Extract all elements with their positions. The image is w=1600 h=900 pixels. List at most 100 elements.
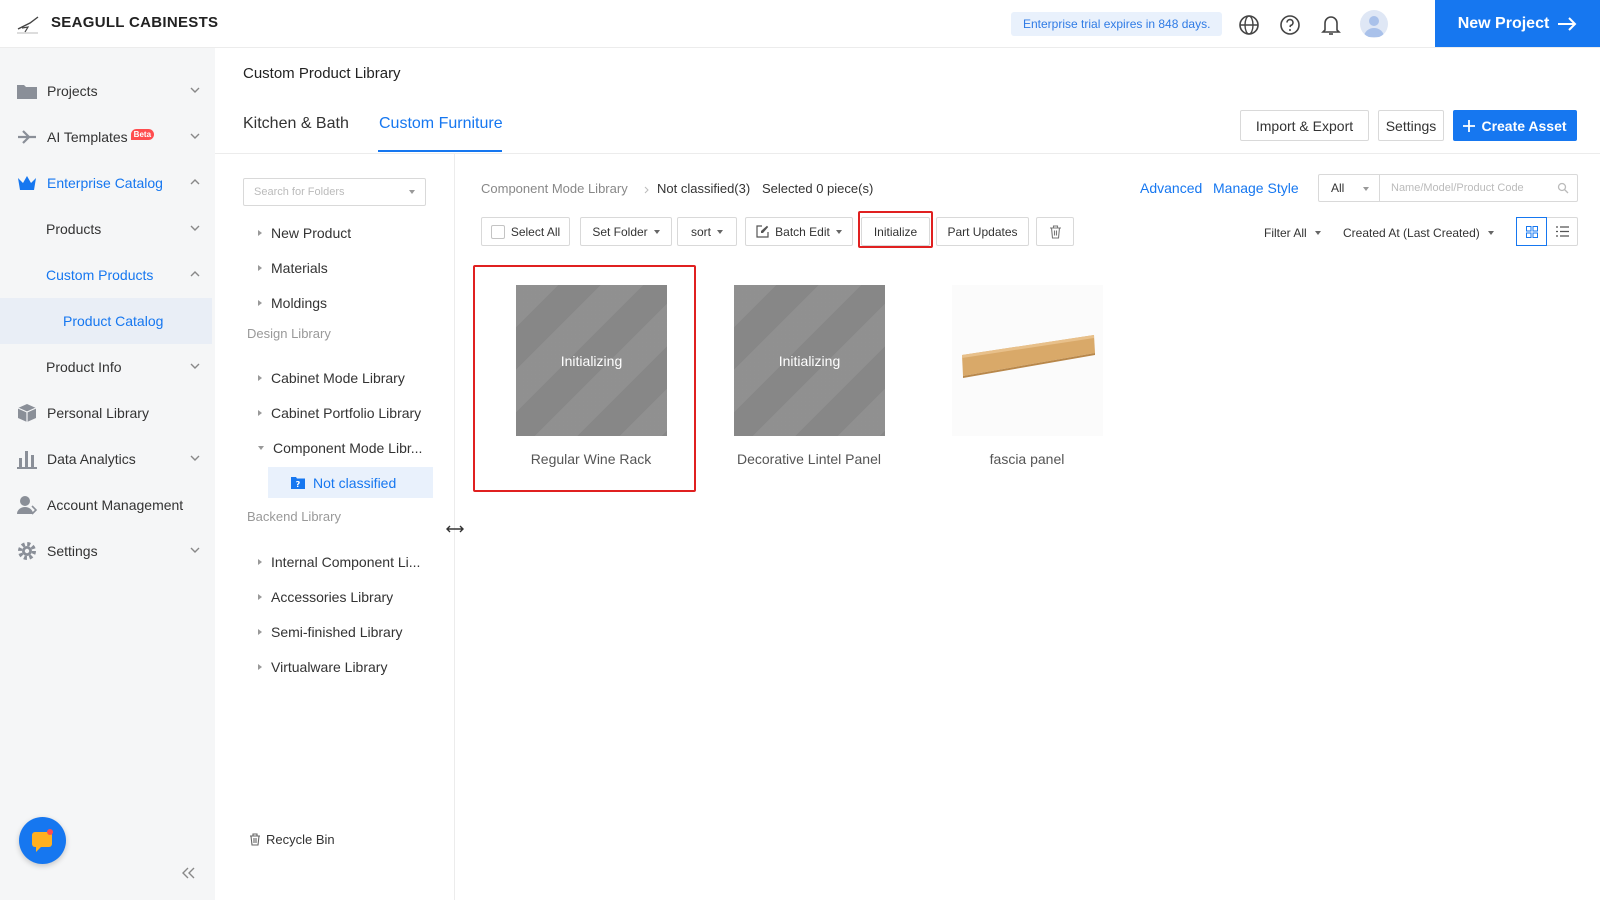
create-asset-button[interactable]: Create Asset	[1453, 110, 1577, 141]
breadcrumb-root[interactable]: Component Mode Library	[481, 181, 628, 196]
dropdown-caret-icon	[1314, 231, 1321, 235]
select-all-button[interactable]: Select All	[481, 217, 570, 246]
part-updates-button[interactable]: Part Updates	[936, 217, 1029, 246]
product-name[interactable]: Regular Wine Rack	[491, 451, 691, 467]
set-folder-button[interactable]: Set Folder	[580, 217, 672, 246]
chevron-down-icon	[190, 455, 200, 461]
dropdown-caret-icon	[717, 229, 723, 234]
globe-icon[interactable]	[1237, 13, 1261, 37]
product-thumbnail[interactable]: Initializing	[516, 285, 667, 436]
batch-edit-button[interactable]: Batch Edit	[745, 217, 853, 246]
arrow-right-icon	[1558, 16, 1577, 31]
filter-all-dropdown[interactable]: Filter All	[1264, 226, 1321, 240]
folder-tree: Search for Folders New Product Materials…	[215, 154, 455, 900]
search-icon[interactable]	[1557, 182, 1569, 194]
caret-right-icon	[258, 230, 262, 237]
beta-badge: Beta	[130, 129, 155, 140]
category-filter-select[interactable]: All	[1331, 181, 1344, 195]
caret-down-icon	[258, 446, 264, 451]
cube-icon	[17, 404, 37, 422]
collapse-sidebar-icon[interactable]	[180, 866, 196, 880]
tree-item-materials[interactable]: Materials	[258, 260, 328, 276]
tree-item-internal-component-library[interactable]: Internal Component Li...	[258, 554, 420, 570]
ai-templates-icon	[18, 130, 36, 144]
product-name[interactable]: Decorative Lintel Panel	[709, 451, 909, 467]
sidebar-item-personal-library[interactable]: Personal Library	[0, 390, 212, 436]
selected-count: Selected 0 piece(s)	[762, 181, 874, 196]
chevron-down-icon	[190, 87, 200, 93]
product-thumbnail[interactable]: Initializing	[734, 285, 885, 436]
caret-right-icon	[258, 664, 262, 671]
sidebar-item-enterprise-catalog[interactable]: Enterprise Catalog	[0, 160, 212, 206]
tree-item-not-classified[interactable]: ? Not classified	[268, 467, 433, 498]
sidebar-item-projects[interactable]: Projects	[0, 68, 212, 114]
dropdown-caret-icon	[653, 229, 660, 234]
product-thumbnail[interactable]	[952, 285, 1103, 436]
chat-bubble-icon	[32, 829, 53, 852]
grid-view-icon[interactable]	[1516, 217, 1548, 246]
dropdown-caret-icon	[409, 190, 415, 194]
folder-search-placeholder: Search for Folders	[254, 186, 345, 198]
plus-icon	[1463, 119, 1476, 132]
bar-chart-icon	[17, 451, 37, 469]
tree-item-virtualware-library[interactable]: Virtualware Library	[258, 659, 387, 675]
folder-search-input[interactable]: Search for Folders	[243, 178, 426, 206]
tree-item-cabinet-portfolio-library[interactable]: Cabinet Portfolio Library	[258, 405, 421, 421]
sort-button[interactable]: sort	[677, 217, 737, 246]
thumbnail-status: Initializing	[778, 352, 841, 369]
trash-icon	[250, 833, 260, 846]
import-export-button[interactable]: Import & Export	[1240, 110, 1369, 141]
sidebar-item-product-info[interactable]: Product Info	[0, 344, 212, 390]
help-icon[interactable]	[1278, 13, 1302, 37]
sidebar-item-data-analytics[interactable]: Data Analytics	[0, 436, 212, 482]
sidebar-item-products[interactable]: Products	[0, 206, 212, 252]
advanced-link[interactable]: Advanced	[1140, 180, 1202, 196]
dropdown-caret-icon	[1363, 187, 1369, 191]
recycle-bin[interactable]: Recycle Bin	[249, 832, 335, 847]
new-project-button[interactable]: New Project	[1435, 0, 1600, 47]
search-filter-group: All Name/Model/Product Code	[1318, 174, 1578, 202]
thumbnail-status: Initializing	[560, 352, 623, 369]
caret-right-icon	[258, 594, 262, 601]
caret-right-icon	[258, 265, 262, 272]
sort-by-dropdown[interactable]: Created At (Last Created)	[1343, 226, 1494, 240]
dropdown-caret-icon	[1487, 231, 1494, 235]
sidebar-item-account-management[interactable]: Account Management	[0, 482, 212, 528]
product-search-input[interactable]: Name/Model/Product Code	[1391, 182, 1524, 194]
top-bar: SEAGULL CABINESTS Enterprise trial expir…	[0, 0, 1600, 48]
manage-style-link[interactable]: Manage Style	[1213, 180, 1299, 196]
chevron-up-icon	[190, 271, 200, 277]
edit-icon	[756, 225, 769, 238]
trash-icon	[1049, 224, 1061, 239]
chevron-down-icon	[190, 363, 200, 369]
tree-item-component-mode-library[interactable]: Component Mode Libr...	[258, 440, 422, 456]
tree-item-semi-finished-library[interactable]: Semi-finished Library	[258, 624, 403, 640]
user-avatar[interactable]	[1360, 10, 1388, 38]
tree-item-new-product[interactable]: New Product	[258, 225, 351, 241]
sidebar-item-settings[interactable]: Settings	[0, 528, 212, 574]
settings-button[interactable]: Settings	[1378, 110, 1444, 141]
panel-resize-handle-icon[interactable]	[446, 524, 464, 534]
sidebar-item-product-catalog[interactable]: Product Catalog	[0, 298, 212, 344]
tree-item-moldings[interactable]: Moldings	[258, 295, 327, 311]
delete-button[interactable]	[1036, 217, 1074, 246]
tab-custom-furniture[interactable]: Custom Furniture	[379, 115, 503, 133]
gear-icon	[18, 542, 36, 560]
sidebar-item-custom-products[interactable]: Custom Products	[0, 252, 212, 298]
product-name[interactable]: fascia panel	[927, 451, 1127, 467]
bell-icon[interactable]	[1319, 13, 1343, 37]
select-all-checkbox[interactable]	[490, 224, 505, 239]
tab-kitchen-bath[interactable]: Kitchen & Bath	[243, 115, 349, 133]
tree-group-design-library: Design Library	[247, 326, 331, 341]
caret-right-icon	[258, 300, 262, 307]
tree-item-cabinet-mode-library[interactable]: Cabinet Mode Library	[258, 370, 405, 386]
sidebar: Projects AI Templates Beta Enterprise Cat…	[0, 48, 215, 900]
tree-item-accessories-library[interactable]: Accessories Library	[258, 589, 393, 605]
crown-icon	[18, 176, 36, 190]
seagull-logo-icon	[17, 16, 39, 34]
chat-support-button[interactable]	[19, 817, 66, 864]
list-view-icon[interactable]	[1547, 218, 1577, 245]
user-icon	[17, 496, 38, 515]
sidebar-item-ai-templates[interactable]: AI Templates Beta	[0, 114, 212, 160]
initialize-button[interactable]: Initialize	[861, 217, 930, 246]
